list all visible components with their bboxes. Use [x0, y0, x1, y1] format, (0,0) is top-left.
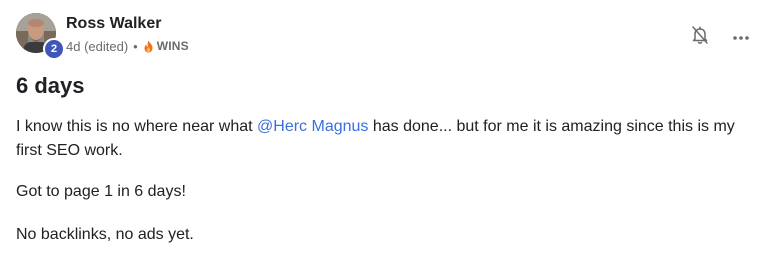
mention-link[interactable]: @Herc Magnus — [257, 118, 368, 135]
post-timestamp[interactable]: 4d (edited) — [66, 39, 128, 54]
paragraph-text: I know this is no where near what — [16, 118, 258, 135]
avatar-wrapper[interactable]: 2 — [16, 13, 65, 60]
post-title: 6 days — [16, 73, 85, 98]
more-horizontal-icon[interactable] — [731, 30, 751, 40]
post-paragraph-3: No backlinks, no ads yet. — [16, 226, 194, 243]
post-paragraph-1: I know this is no where near what @Herc … — [16, 115, 756, 163]
post-card: 2 Ross Walker 4d (edited) • WINS 6 days … — [0, 0, 768, 255]
level-badge: 2 — [43, 38, 65, 60]
bell-off-icon[interactable] — [690, 25, 710, 45]
fire-icon — [143, 40, 154, 53]
category-label[interactable]: WINS — [157, 39, 189, 54]
post-paragraph-2: Got to page 1 in 6 days! — [16, 183, 186, 200]
meta-separator: • — [133, 39, 138, 54]
post-meta: 4d (edited) • WINS — [66, 39, 189, 54]
author-name[interactable]: Ross Walker — [66, 15, 161, 33]
